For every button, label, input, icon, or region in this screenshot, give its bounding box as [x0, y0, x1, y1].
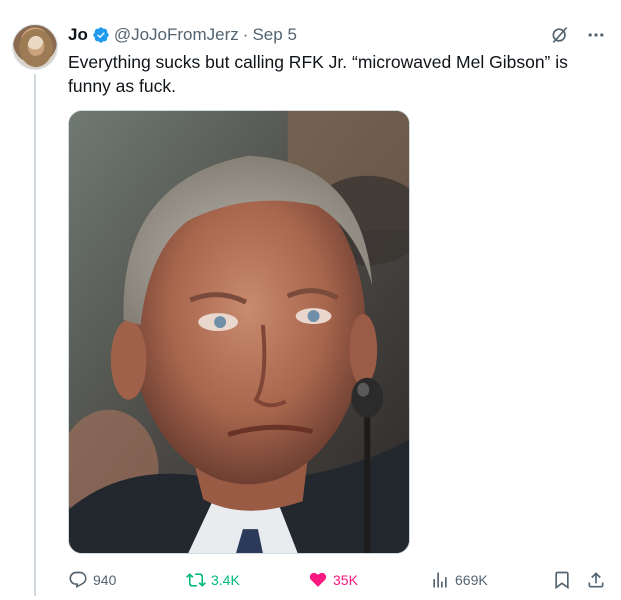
views-button[interactable]: 669K	[430, 568, 488, 592]
separator: ·	[242, 25, 249, 44]
verified-badge-icon	[92, 26, 110, 44]
views-count: 669K	[455, 572, 488, 588]
tweet-text: Everything sucks but calling RFK Jr. “mi…	[68, 50, 608, 98]
views-icon	[433, 572, 447, 588]
top-actions	[549, 24, 607, 46]
share-button[interactable]	[586, 568, 606, 592]
tweet-text-line-1: Everything sucks but calling RFK Jr. “mi…	[68, 52, 568, 72]
tweet-text-line-2: funny as fuck.	[68, 76, 176, 96]
tweet[interactable]: Jo @JoJoFromJerz · Sep 5 Everything suck…	[0, 0, 621, 600]
like-icon	[309, 572, 327, 587]
tweet-header: Jo @JoJoFromJerz · Sep 5	[68, 24, 297, 46]
grok-icon[interactable]	[549, 24, 571, 46]
bookmark-icon	[555, 571, 569, 590]
more-icon[interactable]	[585, 24, 607, 46]
reply-count: 940	[93, 572, 117, 588]
like-count: 35K	[333, 572, 358, 588]
author-name[interactable]: Jo	[68, 25, 88, 45]
retweet-button[interactable]: 3.4K	[186, 568, 240, 592]
thread-line	[34, 74, 36, 596]
tweet-photo[interactable]	[68, 110, 410, 554]
timestamp[interactable]: Sep 5	[252, 25, 296, 45]
photo-image	[69, 111, 409, 553]
bookmark-button[interactable]	[552, 568, 572, 592]
retweet-icon	[186, 573, 206, 587]
reply-icon	[69, 571, 87, 589]
reply-button[interactable]: 940	[68, 568, 116, 592]
retweet-count: 3.4K	[211, 572, 240, 588]
share-icon	[588, 572, 604, 588]
like-button[interactable]: 35K	[308, 568, 358, 592]
action-bar: 940 3.4K 35K 669K	[68, 568, 608, 592]
author-handle[interactable]: @JoJoFromJerz	[114, 25, 239, 45]
avatar[interactable]	[12, 24, 58, 70]
